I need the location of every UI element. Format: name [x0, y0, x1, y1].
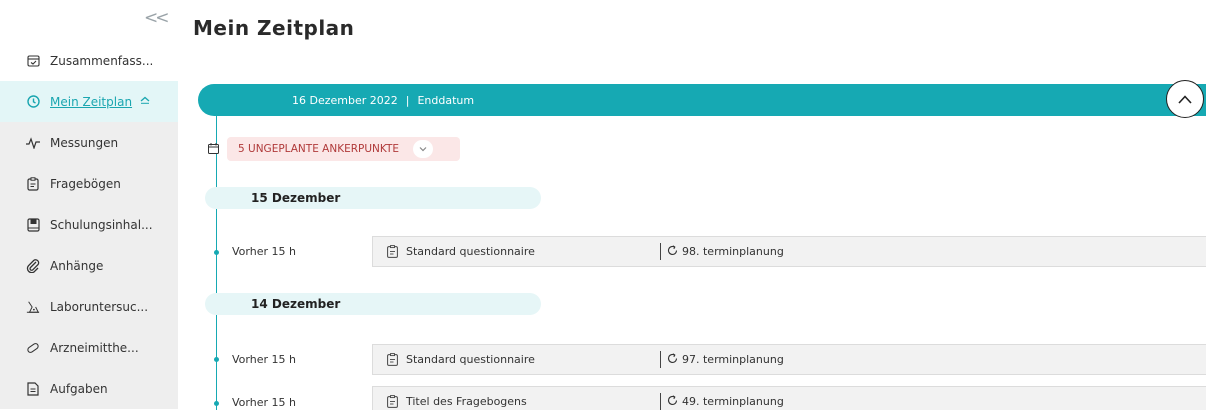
sidebar-item-frageboegen[interactable]: Fragebögen — [0, 163, 178, 204]
sidebar-item-zusammenfassung[interactable]: Zusammenfass... — [0, 40, 178, 81]
schedule-name: 97. terminplanung — [682, 353, 784, 366]
questionnaire-name: Standard questionnaire — [406, 353, 535, 366]
document-icon — [26, 381, 40, 396]
questionnaire-icon — [387, 245, 398, 258]
questionnaire-icon — [387, 395, 398, 408]
sidebar-item-label: Fragebögen — [50, 176, 121, 191]
questionnaire-icon — [387, 353, 398, 366]
page-title: Mein Zeitplan — [193, 16, 355, 40]
schedule-entry[interactable]: Titel des Fragebogens 49. terminplanung — [372, 386, 1206, 410]
sidebar-item-laboruntersuchungen[interactable]: Laboruntersuc... — [0, 286, 178, 327]
sidebar-item-label: Messungen — [50, 135, 119, 150]
paperclip-icon — [26, 258, 40, 273]
sidebar-item-label: Mein Zeitplan — [50, 94, 133, 109]
schedule-entry[interactable]: Standard questionnaire 98. terminplanung — [372, 236, 1206, 267]
divider — [660, 393, 661, 410]
sidebar-nav: Zusammenfass... Mein Zeitplan Messungen … — [0, 40, 178, 409]
book-icon — [26, 217, 40, 232]
pulse-icon — [26, 136, 40, 150]
sidebar-item-messungen[interactable]: Messungen — [0, 122, 178, 163]
collapse-sidebar-button[interactable]: << — [144, 8, 169, 28]
entry-time: Vorher 15 h — [232, 353, 296, 366]
pill-icon — [26, 341, 40, 355]
unplanned-anchors-label: 5 UNGEPLANTE ANKERPUNKTE — [238, 143, 400, 155]
entry-time: Vorher 15 h — [232, 245, 296, 258]
end-date: 16 Dezember 2022 — [292, 93, 398, 107]
divider — [660, 351, 661, 368]
unplanned-anchors-toggle[interactable]: 5 UNGEPLANTE ANKERPUNKTE — [227, 137, 460, 161]
chevron-up-icon — [1178, 94, 1192, 104]
entry-time: Vorher 15 h — [232, 396, 296, 409]
day-header-14-dezember: 14 Dezember — [205, 293, 541, 315]
sidebar-item-label: Zusammenfass... — [50, 53, 154, 68]
questionnaire-name: Titel des Fragebogens — [406, 395, 527, 408]
timeline-dot — [214, 250, 219, 255]
timeline-dot — [214, 357, 219, 362]
day-header-15-dezember: 15 Dezember — [205, 187, 541, 209]
end-date-bar: 16 Dezember 2022 | Enddatum — [198, 84, 1206, 116]
calendar-check-icon — [26, 54, 40, 68]
sidebar-item-label: Anhänge — [50, 258, 104, 273]
clipboard-icon — [26, 176, 40, 191]
chevron-up-icon — [140, 96, 150, 107]
sidebar: << Zusammenfass... Mein Zeitplan Messung… — [0, 0, 178, 410]
questionnaire-name: Standard questionnaire — [406, 245, 535, 258]
calendar-icon — [208, 143, 219, 154]
sidebar-item-label: Arzneimitthe... — [50, 340, 139, 355]
clock-icon — [26, 95, 40, 109]
sidebar-item-schulungsinhalte[interactable]: Schulungsinhal... — [0, 204, 178, 245]
divider — [660, 243, 661, 260]
schedule-name: 98. terminplanung — [682, 245, 784, 258]
recurrence-icon — [667, 352, 678, 367]
schedule-entry[interactable]: Standard questionnaire 97. terminplanung — [372, 344, 1206, 375]
recurrence-icon — [667, 244, 678, 259]
sidebar-item-arzneimitteltherapie[interactable]: Arzneimitthe... — [0, 327, 178, 368]
end-date-separator: | — [405, 93, 410, 107]
sidebar-item-aufgaben[interactable]: Aufgaben — [0, 368, 178, 409]
collapse-timeline-button[interactable] — [1166, 80, 1204, 118]
sidebar-item-label: Laboruntersuc... — [50, 299, 149, 314]
flask-icon — [26, 300, 40, 314]
timeline-dot — [214, 401, 219, 406]
schedule-name: 49. terminplanung — [682, 395, 784, 408]
recurrence-icon — [667, 394, 678, 409]
sidebar-item-label: Aufgaben — [50, 381, 108, 396]
end-date-label: Enddatum — [417, 93, 475, 107]
sidebar-item-mein-zeitplan[interactable]: Mein Zeitplan — [0, 81, 178, 122]
timeline-line — [216, 116, 217, 410]
sidebar-item-anhaenge[interactable]: Anhänge — [0, 245, 178, 286]
chevron-down-icon[interactable] — [413, 140, 434, 158]
sidebar-item-label: Schulungsinhal... — [50, 217, 153, 232]
